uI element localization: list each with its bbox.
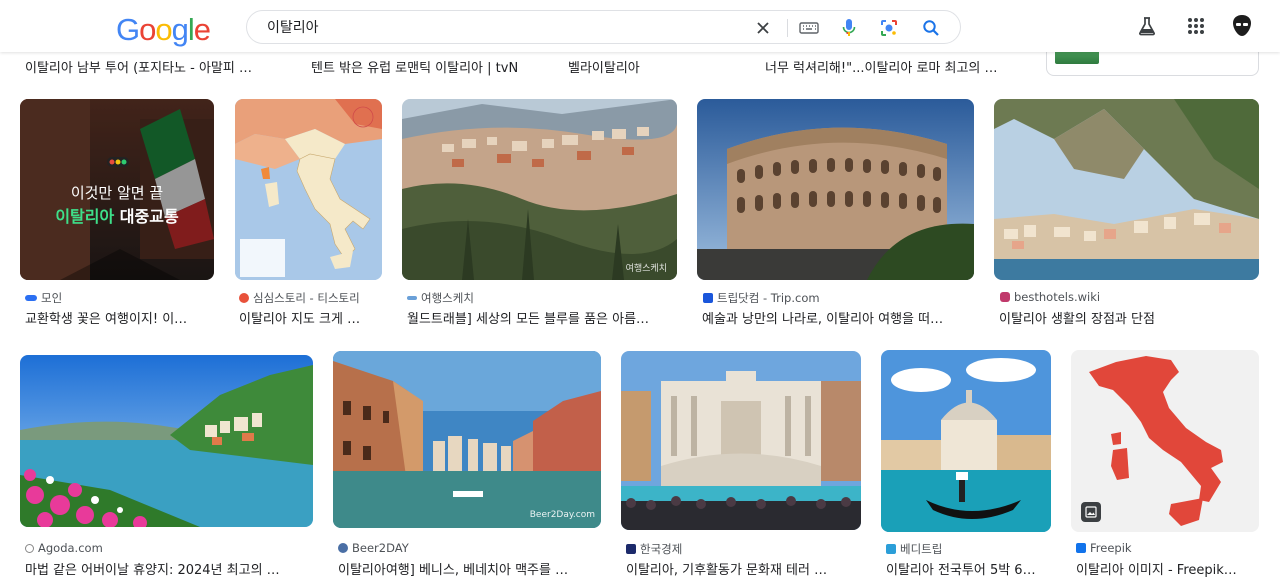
result-title[interactable]: 이탈리아, 기후활동가 문화재 테러 … bbox=[626, 559, 861, 578]
result-image[interactable]: 이것만 알면 끝 이탈리아 대중교통 bbox=[20, 99, 214, 280]
result-title[interactable]: 이탈리아 이미지 - Freepik… bbox=[1076, 559, 1258, 578]
result-image[interactable] bbox=[1071, 350, 1259, 532]
result-source[interactable]: Agoda.com bbox=[25, 541, 103, 555]
result-title[interactable]: 교환학생 꽃은 여행이지! 이… bbox=[25, 308, 215, 327]
source-favicon bbox=[626, 544, 636, 554]
search-icon[interactable] bbox=[920, 17, 942, 39]
avatar[interactable] bbox=[1228, 12, 1256, 40]
clear-icon[interactable] bbox=[752, 17, 774, 39]
result-image[interactable] bbox=[994, 99, 1259, 280]
source-favicon bbox=[407, 296, 417, 300]
previous-result-title[interactable]: 너무 럭셔리해!"...이탈리아 로마 최고의 … bbox=[765, 57, 998, 76]
source-favicon bbox=[239, 293, 249, 303]
result-source[interactable]: 모인 bbox=[25, 290, 62, 306]
result-source[interactable]: besthotels.wiki bbox=[1000, 290, 1100, 304]
result-source[interactable]: Freepik bbox=[1076, 541, 1132, 555]
result-title[interactable]: 이탈리아여행] 베니스, 베네치아 맥주를 … bbox=[338, 559, 600, 578]
thumbnail-overlay-text: 이것만 알면 끝 bbox=[70, 184, 164, 202]
result-image[interactable] bbox=[621, 351, 861, 530]
result-image[interactable]: 여행스케치 bbox=[402, 99, 677, 280]
lens-camera-icon[interactable] bbox=[878, 17, 900, 39]
thumbnail-watermark: Beer2Day.com bbox=[529, 510, 595, 520]
microphone-icon[interactable] bbox=[838, 17, 860, 39]
result-title[interactable]: 이탈리아 생활의 장점과 단점 bbox=[999, 308, 1259, 327]
result-image[interactable]: Beer2Day.com bbox=[333, 351, 601, 528]
source-favicon bbox=[338, 543, 348, 553]
result-title[interactable]: 월드트래블] 세상의 모든 블루를 품은 아름… bbox=[407, 308, 677, 327]
result-title[interactable]: 이탈리아 지도 크게 … bbox=[239, 308, 384, 327]
source-favicon bbox=[703, 293, 713, 303]
result-image[interactable] bbox=[20, 355, 313, 527]
labs-flask-icon[interactable] bbox=[1135, 14, 1159, 38]
result-title[interactable]: 예술과 낭만의 나라로, 이탈리아 여행을 떠… bbox=[702, 308, 974, 327]
result-source[interactable]: 심심스토리 - 티스토리 bbox=[239, 290, 360, 306]
keyboard-icon[interactable] bbox=[798, 17, 820, 39]
previous-result-title[interactable]: 텐트 밖은 유럽 로맨틱 이탈리아 | tvN bbox=[311, 57, 518, 76]
result-source[interactable]: 베디트립 bbox=[886, 541, 942, 557]
apps-grid-icon[interactable] bbox=[1184, 14, 1208, 38]
source-favicon bbox=[1000, 292, 1010, 302]
previous-result-title[interactable]: 벨라이탈리아 bbox=[568, 57, 640, 76]
result-title[interactable]: 이탈리아 전국투어 5박 6… bbox=[886, 559, 1049, 578]
source-favicon bbox=[25, 543, 34, 553]
result-image[interactable] bbox=[697, 99, 974, 280]
result-source[interactable]: 한국경제 bbox=[626, 541, 682, 557]
search-input[interactable] bbox=[267, 19, 727, 35]
search-divider bbox=[787, 19, 788, 37]
header: Google bbox=[0, 0, 1280, 52]
source-favicon bbox=[886, 544, 896, 554]
thumbnail-overlay-headline: 이탈리아 대중교통 bbox=[55, 207, 179, 226]
result-source[interactable]: 여행스케치 bbox=[407, 290, 474, 306]
thumbnail-watermark: 여행스케치 bbox=[625, 264, 667, 274]
result-image[interactable] bbox=[235, 99, 382, 280]
source-favicon bbox=[25, 295, 37, 301]
result-source[interactable]: Beer2DAY bbox=[338, 541, 409, 555]
previous-result-title[interactable]: 이탈리아 남부 투어 (포지타노 - 아말피 … bbox=[25, 57, 252, 76]
search-box[interactable] bbox=[246, 10, 961, 44]
result-title[interactable]: 마법 같은 어버이날 휴양지: 2024년 최고의 … bbox=[25, 559, 313, 578]
source-favicon bbox=[1076, 543, 1086, 553]
google-logo[interactable]: Google bbox=[116, 12, 211, 48]
image-badge-icon bbox=[1081, 502, 1101, 522]
result-image[interactable] bbox=[881, 350, 1051, 532]
result-source[interactable]: 트립닷컴 - Trip.com bbox=[703, 290, 820, 306]
